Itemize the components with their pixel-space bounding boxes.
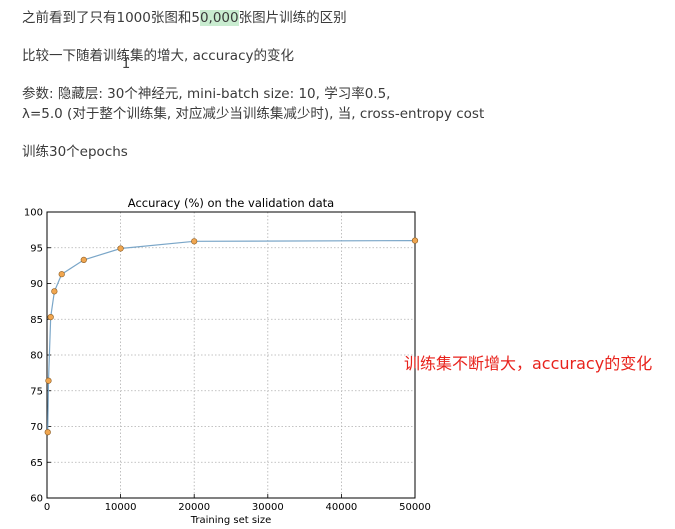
y-tick-label: 65 — [30, 458, 43, 469]
y-tick-label: 70 — [30, 422, 43, 433]
x-tick-label: 0 — [44, 502, 50, 513]
x-axis-label: Training set size — [190, 515, 272, 526]
accuracy-chart: 0 10000 20000 30000 40000 50000 60 65 70 75 80 85 90… — [24, 196, 431, 526]
x-tick-label: 40000 — [325, 502, 357, 513]
y-tick-label: 95 — [30, 243, 43, 254]
data-point — [117, 245, 124, 252]
x-tick-label: 20000 — [178, 502, 210, 513]
data-point — [58, 271, 65, 278]
y-tick-label: 75 — [30, 386, 43, 397]
note-line-3: 参数: 隐藏层: 30个神经元, mini-batch size: 10, 学习… — [22, 86, 391, 102]
highlighted-number: 0,000 — [199, 10, 239, 26]
note-line-1-prefix: 之前看到了只有1000张图和5 — [22, 10, 200, 26]
y-tick-label: 80 — [30, 351, 43, 362]
y-tick-label: 85 — [30, 315, 43, 326]
text-cursor-icon: I — [122, 56, 131, 72]
data-point — [191, 238, 198, 245]
data-point — [45, 377, 52, 384]
data-point — [80, 256, 87, 264]
data-point — [47, 314, 54, 321]
note-line-1: 之前看到了只有1000张图和50,000张图片训练的区别 — [22, 6, 347, 26]
points-layer — [44, 237, 419, 436]
y-tick-label: 100 — [24, 208, 43, 219]
x-tick-label: 30000 — [252, 502, 284, 513]
data-point — [44, 429, 51, 436]
red-annotation: 训练集不断增大，accuracy的变化 — [404, 354, 653, 373]
y-tick-label: 60 — [30, 494, 43, 505]
y-tick-label: 90 — [30, 279, 43, 290]
chart-title: Accuracy (%) on the validation data — [128, 196, 334, 210]
data-point — [411, 237, 419, 244]
note-line-1-suffix: 张图片训练的区别 — [238, 10, 347, 26]
x-tick-label: 10000 — [105, 502, 137, 513]
series-line — [47, 240, 416, 433]
note-line-4: λ=5.0 (对于整个训练集, 对应减少当训练集减少时), 当, cross-e… — [22, 106, 485, 122]
grid-layer — [46, 211, 416, 499]
x-tick-label: 50000 — [399, 502, 431, 513]
data-point — [51, 288, 58, 295]
note-line-5: 训练30个epochs — [22, 144, 128, 160]
ticks-layer: 0 10000 20000 30000 40000 50000 60 65 70 75 80 85 90… — [24, 208, 431, 514]
note-line-2: 比较一下随着训练集的增大, accuracy的变化 — [22, 48, 294, 64]
